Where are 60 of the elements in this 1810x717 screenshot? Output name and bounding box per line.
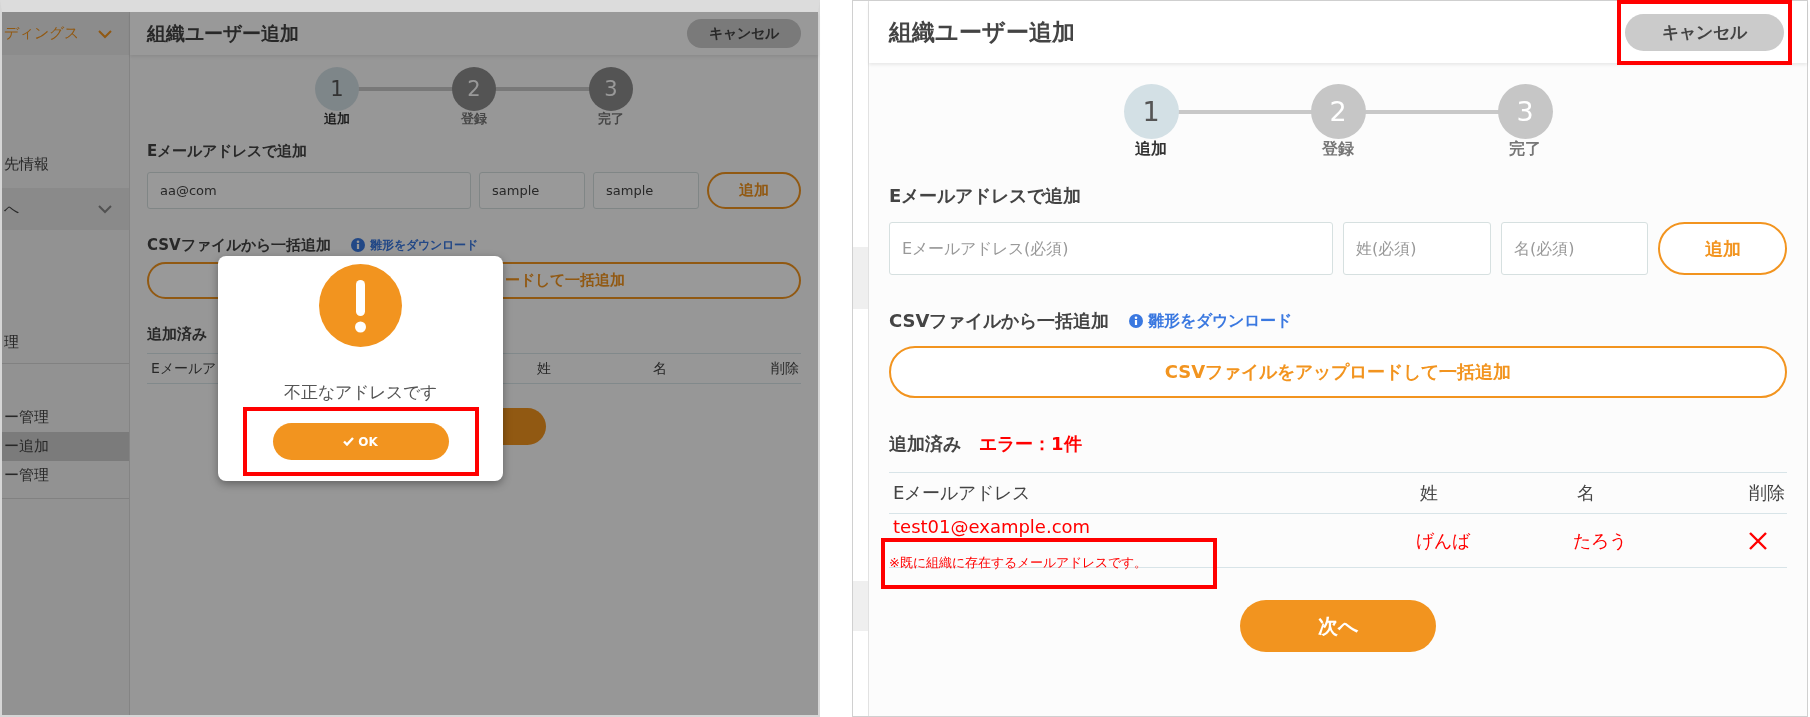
- delete-icon[interactable]: [1747, 530, 1768, 551]
- step-circle: 1: [1123, 84, 1179, 139]
- template-download-link[interactable]: 雛形をダウンロード: [350, 236, 478, 254]
- step-label: 追加: [324, 111, 350, 127]
- step-circle: 3: [1497, 84, 1553, 139]
- column-header: 姓: [533, 354, 649, 384]
- csv-upload-button[interactable]: CSVファイルをアップロードして一括追加: [889, 346, 1787, 398]
- sidebar-item[interactable]: ー管理: [2, 461, 129, 490]
- step-circle: 1: [315, 67, 359, 111]
- last-name-field[interactable]: sample: [479, 172, 585, 209]
- error-message: ※既に組織に存在するメールアドレスです。: [889, 555, 1147, 570]
- chevron-down-icon: [97, 204, 113, 214]
- dialog-message: 不正なアドレスです: [284, 381, 437, 403]
- table-cell: げんば: [1416, 514, 1573, 568]
- first-name-field[interactable]: 名(必須): [1501, 222, 1648, 275]
- info-icon: [1129, 314, 1144, 328]
- first-name-field[interactable]: sample: [593, 172, 699, 209]
- column-header: 名: [649, 354, 738, 384]
- last-name-field[interactable]: 姓(必須): [1343, 222, 1491, 275]
- cancel-button[interactable]: キャンセル: [1625, 14, 1784, 51]
- step-label: 登録: [1322, 139, 1354, 159]
- add-button[interactable]: 追加: [1658, 222, 1787, 275]
- page-title: 組織ユーザー追加: [889, 17, 1075, 47]
- step-label: 完了: [598, 111, 624, 127]
- sidebar-item[interactable]: ー管理: [2, 403, 129, 432]
- step-circle: 2: [452, 67, 496, 111]
- column-header: 姓: [1416, 473, 1573, 514]
- warning-icon: [319, 264, 402, 347]
- section-heading: CSVファイルから一括追加: [889, 309, 1110, 333]
- email-address: test01@example.com: [892, 516, 1091, 538]
- column-header: Eメールアドレス: [889, 473, 1416, 514]
- column-header: 削除: [738, 354, 801, 384]
- page-title: 組織ユーザー追加: [147, 20, 299, 46]
- section-heading: Eメールアドレスで追加: [889, 184, 1083, 208]
- table-cell: たろう: [1573, 514, 1716, 568]
- cancel-button[interactable]: キャンセル: [687, 19, 801, 48]
- step-circle: 3: [589, 67, 633, 111]
- column-header: 削除: [1716, 473, 1787, 514]
- section-heading: CSVファイルから一括追加: [147, 235, 331, 255]
- chevron-down-icon: [97, 28, 113, 39]
- step-label: 登録: [461, 111, 487, 127]
- step-label: 完了: [1509, 139, 1541, 159]
- section-heading: 追加済み: [147, 324, 207, 344]
- sidebar-item[interactable]: 先情報: [2, 148, 129, 180]
- column-header: 名: [1573, 473, 1716, 514]
- next-button[interactable]: 次へ: [1240, 600, 1436, 652]
- step-circle: 2: [1310, 84, 1366, 139]
- email-field[interactable]: aa@com: [147, 172, 471, 209]
- sidebar-item[interactable]: 理: [2, 326, 129, 358]
- error-count: エラー：1件: [979, 432, 1082, 456]
- sidebar-item[interactable]: へ: [2, 188, 129, 230]
- info-icon: [350, 238, 365, 252]
- check-icon: [343, 437, 355, 446]
- step-label: 追加: [1135, 139, 1167, 159]
- template-download-link[interactable]: 雛形をダウンロード: [1129, 310, 1293, 332]
- sidebar-item[interactable]: ー追加: [2, 432, 129, 461]
- ok-button[interactable]: OK: [272, 423, 449, 460]
- section-heading: 追加済み: [889, 432, 961, 456]
- section-heading: Eメールアドレスで追加: [147, 141, 309, 161]
- email-field[interactable]: Eメールアドレス(必須): [889, 222, 1333, 275]
